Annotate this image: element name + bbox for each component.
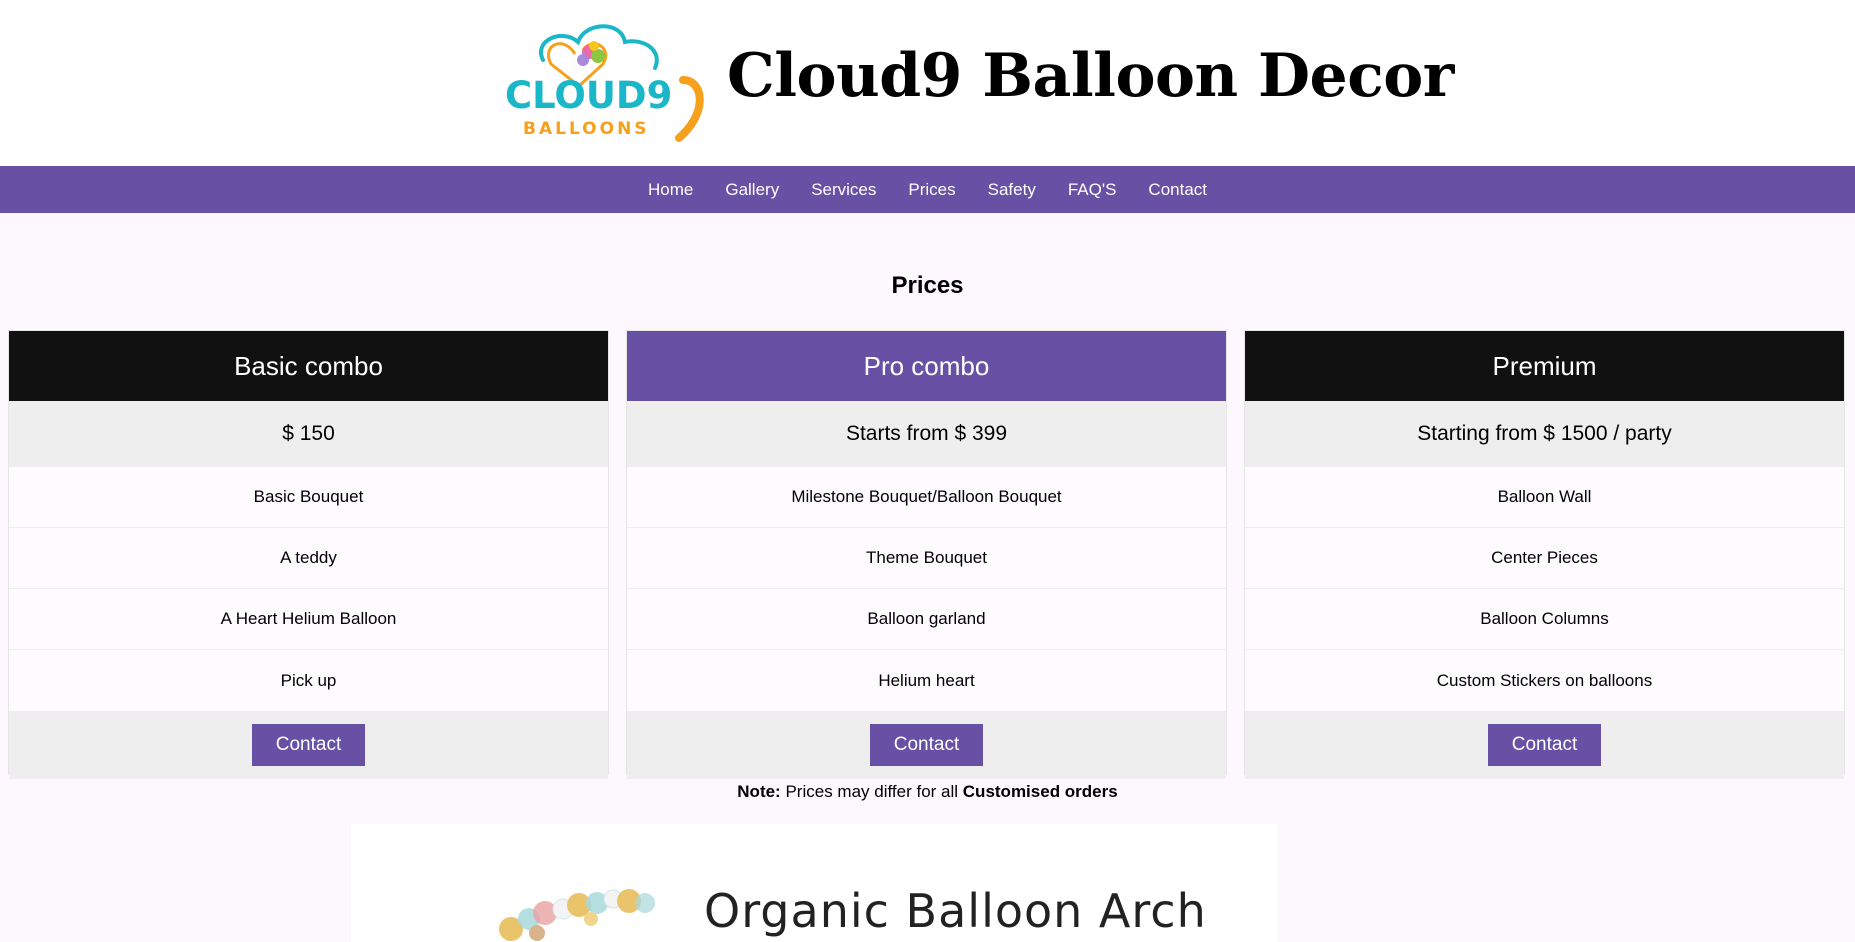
plan-name: Premium — [1245, 331, 1844, 401]
plan-feature: Balloon garland — [627, 589, 1226, 650]
pricing-card-premium: Premium Starting from $ 1500 / party Bal… — [1244, 330, 1845, 779]
plan-feature: A teddy — [9, 528, 608, 589]
nav-services[interactable]: Services — [795, 166, 892, 213]
plan-feature: Helium heart — [878, 670, 975, 690]
plan-footer: Contact — [627, 711, 1226, 779]
pricing-card-pro: Pro combo Starts from $ 399 Milestone Bo… — [626, 330, 1227, 779]
plan-name: Basic combo — [9, 331, 608, 401]
logo-wordmark: CLOUD9 — [505, 74, 672, 117]
pricing-card-basic: Basic combo $ 150 Basic Bouquet A teddy … — [8, 330, 609, 779]
nav-gallery[interactable]: Gallery — [709, 166, 795, 213]
plan-feature: Pick up — [280, 670, 337, 690]
site-header: CLOUD9 BALLOONS Cloud9 Balloon Decor — [0, 0, 1855, 166]
promo-title: Organic Balloon Arch — [704, 884, 1207, 938]
pricing-note: Note: Prices may differ for all Customis… — [0, 781, 1855, 803]
main-nav: Home Gallery Services Prices Safety FAQ'… — [0, 166, 1855, 213]
plan-feature: Balloon Columns — [1245, 589, 1844, 650]
note-label: Note: — [737, 782, 781, 801]
balloon-arch-illustration — [499, 889, 655, 941]
plan-feature: Theme Bouquet — [627, 528, 1226, 589]
page: CLOUD9 BALLOONS Cloud9 Balloon Decor Hom… — [0, 0, 1855, 942]
contact-button-premium[interactable]: Contact — [1488, 724, 1601, 766]
plan-feature: Balloon Wall — [1245, 467, 1844, 528]
prices-heading: Prices — [891, 272, 964, 299]
plan-feature: Center Pieces — [1245, 528, 1844, 589]
cloud9-logo[interactable]: CLOUD9 BALLOONS — [503, 20, 709, 146]
plan-name: Pro combo — [627, 331, 1226, 401]
plan-feature: Milestone Bouquet/Balloon Bouquet — [627, 467, 1226, 528]
plan-footer: Contact — [9, 711, 608, 779]
organic-arch-promo-image: Organic Balloon Arch — [351, 824, 1277, 942]
nav-prices[interactable]: Prices — [892, 166, 971, 213]
contact-button-basic[interactable]: Contact — [252, 724, 365, 766]
plan-price: Starts from $ 399 — [627, 401, 1226, 467]
nav-safety[interactable]: Safety — [972, 166, 1052, 213]
nav-faqs[interactable]: FAQ'S — [1052, 166, 1133, 213]
plan-footer: Contact — [1245, 711, 1844, 779]
logo-subtext: BALLOONS — [523, 119, 650, 139]
site-title: Cloud9 Balloon Decor — [727, 41, 1454, 111]
plan-price: Starting from $ 1500 / party — [1245, 401, 1844, 467]
plan-feature: A Heart Helium Balloon — [9, 589, 608, 650]
contact-button-pro[interactable]: Contact — [870, 724, 983, 766]
plan-feature: Custom Stickers on balloons — [1436, 670, 1653, 690]
nav-contact[interactable]: Contact — [1132, 166, 1223, 213]
note-text: Prices may differ for all — [785, 782, 959, 801]
nav-home[interactable]: Home — [632, 166, 709, 213]
note-emphasis: Customised orders — [962, 782, 1118, 801]
plan-feature: Basic Bouquet — [9, 467, 608, 528]
plan-price: $ 150 — [9, 401, 608, 467]
